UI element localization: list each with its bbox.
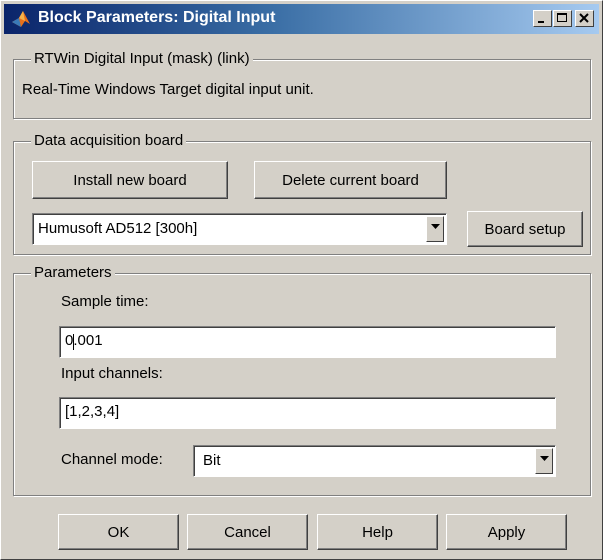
maximize-icon (557, 13, 567, 22)
close-icon (579, 13, 589, 23)
ok-button[interactable]: OK (58, 514, 179, 550)
board-select-dropdown-button[interactable] (426, 216, 444, 242)
input-channels-input[interactable]: [1,2,3,4] (59, 397, 556, 429)
chevron-down-icon (431, 224, 440, 229)
close-button[interactable] (575, 10, 594, 27)
channel-mode-dropdown-button[interactable] (535, 448, 553, 474)
channel-mode-select[interactable]: Bit (193, 445, 556, 477)
text-cursor (73, 334, 74, 350)
matlab-logo-icon (12, 11, 30, 27)
minimize-button[interactable] (533, 10, 552, 27)
input-channels-value: [1,2,3,4] (65, 403, 120, 420)
channel-mode-label: Channel mode: (61, 451, 163, 468)
cancel-button[interactable]: Cancel (187, 514, 308, 550)
mask-description: Real-Time Windows Target digital input u… (22, 81, 314, 98)
apply-button[interactable]: Apply (446, 514, 567, 550)
board-select[interactable]: Humusoft AD512 [300h] (32, 213, 447, 245)
board-setup-button[interactable]: Board setup (467, 211, 583, 247)
board-select-value: Humusoft AD512 [300h] (38, 220, 198, 237)
minimize-icon (538, 21, 544, 23)
sample-time-input[interactable]: 0.001 (59, 326, 556, 358)
block-parameters-dialog: Block Parameters: Digital Input RTWin Di… (0, 0, 603, 560)
chevron-down-icon (540, 456, 549, 461)
mask-group-legend: RTWin Digital Input (mask) (link) (31, 51, 253, 67)
parameters-group-legend: Parameters (31, 265, 115, 281)
channel-mode-value: Bit (203, 452, 221, 469)
board-group-legend: Data acquisition board (31, 133, 187, 149)
sample-time-label: Sample time: (61, 293, 149, 310)
input-channels-label: Input channels: (61, 365, 163, 382)
delete-current-board-button[interactable]: Delete current board (254, 161, 447, 199)
window-title: Block Parameters: Digital Input (38, 9, 276, 26)
maximize-button[interactable] (553, 10, 572, 27)
sample-time-value: 0.001 (65, 332, 103, 349)
install-new-board-button[interactable]: Install new board (32, 161, 228, 199)
help-button[interactable]: Help (317, 514, 438, 550)
title-bar[interactable]: Block Parameters: Digital Input (4, 4, 599, 34)
